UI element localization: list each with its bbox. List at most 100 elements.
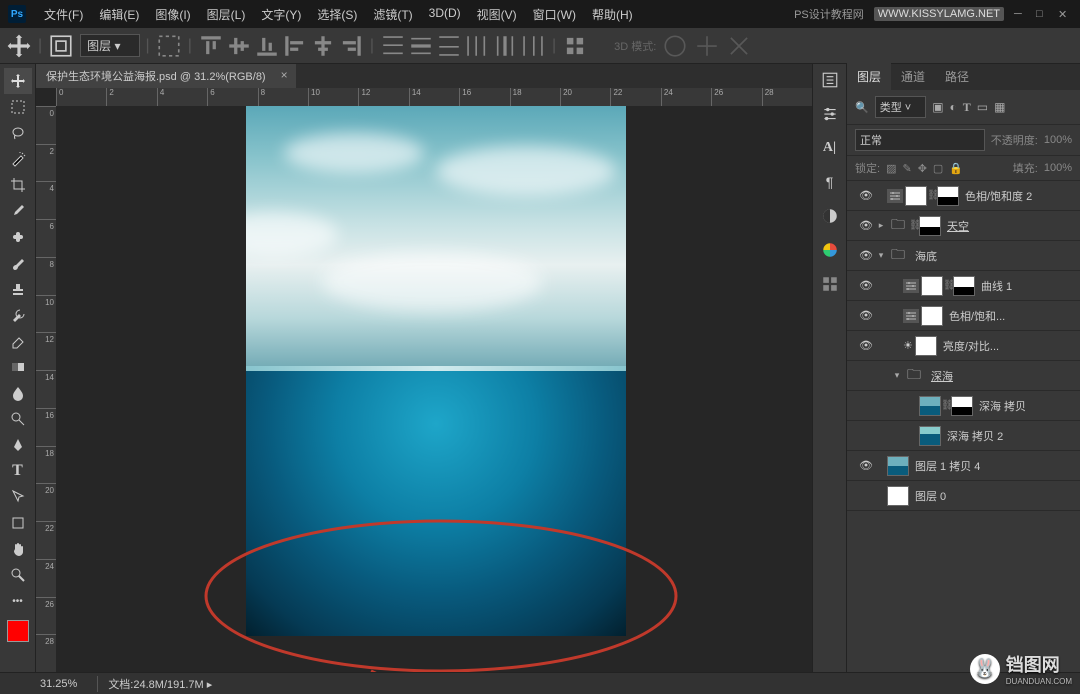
color-swatches[interactable] xyxy=(7,620,29,642)
layer-row[interactable]: 👁☀亮度/对比... xyxy=(847,331,1080,361)
dist-right-icon[interactable] xyxy=(520,33,546,59)
lock-all-icon[interactable]: 🔒 xyxy=(949,162,963,175)
tab-layers[interactable]: 图层 xyxy=(847,63,891,90)
brush-tool[interactable] xyxy=(4,250,32,276)
dist-vcenter-icon[interactable] xyxy=(408,33,434,59)
layer-row[interactable]: ⛓深海 拷贝 xyxy=(847,391,1080,421)
type-tool[interactable]: T xyxy=(4,458,32,484)
zoom-value[interactable]: 31.25% xyxy=(40,678,77,690)
layer-row[interactable]: 👁▾🗀海底 xyxy=(847,241,1080,271)
layer-name[interactable]: 曲线 1 xyxy=(981,278,1012,294)
mask-thumbnail[interactable] xyxy=(919,216,941,236)
layer-thumbnail[interactable] xyxy=(919,426,941,446)
layer-name[interactable]: 色相/饱和度 2 xyxy=(965,188,1032,204)
folder-icon[interactable]: 🗀 xyxy=(903,366,925,386)
transform-controls-icon[interactable] xyxy=(156,33,182,59)
layer-name[interactable]: 海底 xyxy=(915,248,937,264)
align-right-icon[interactable] xyxy=(338,33,364,59)
tab-close-icon[interactable]: × xyxy=(281,68,288,82)
pen-tool[interactable] xyxy=(4,432,32,458)
3d-orbit-icon[interactable] xyxy=(662,33,688,59)
layer-thumbnail[interactable] xyxy=(887,486,909,506)
dist-left-icon[interactable] xyxy=(464,33,490,59)
layer-name[interactable]: 深海 xyxy=(931,368,953,384)
layer-row[interactable]: 👁▸🗀⛓天空 xyxy=(847,211,1080,241)
ruler-horizontal[interactable]: 0246810121416182022242628 xyxy=(56,88,812,106)
visibility-icon[interactable]: 👁 xyxy=(857,249,875,262)
dodge-tool[interactable] xyxy=(4,406,32,432)
menu-item[interactable]: 帮助(H) xyxy=(584,6,641,23)
move-tool[interactable] xyxy=(4,68,32,94)
menu-item[interactable]: 文件(F) xyxy=(36,6,91,23)
heal-tool[interactable] xyxy=(4,224,32,250)
mask-thumbnail[interactable] xyxy=(951,396,973,416)
mask-thumbnail[interactable] xyxy=(937,186,959,206)
tab-channels[interactable]: 通道 xyxy=(891,63,935,90)
lock-artboard-icon[interactable]: ▢ xyxy=(933,162,943,175)
shape-tool[interactable] xyxy=(4,510,32,536)
document-tab[interactable]: 保护生态环境公益海报.psd @ 31.2%(RGB/8) × xyxy=(36,64,296,88)
link-icon[interactable]: ⛓ xyxy=(927,190,937,201)
layer-row[interactable]: 深海 拷贝 2 xyxy=(847,421,1080,451)
marquee-tool[interactable] xyxy=(4,94,32,120)
visibility-icon[interactable]: 👁 xyxy=(857,219,875,232)
lock-brush-icon[interactable]: ✎ xyxy=(902,162,911,175)
visibility-icon[interactable]: 👁 xyxy=(857,279,875,292)
menu-item[interactable]: 3D(D) xyxy=(421,6,469,23)
align-left-icon[interactable] xyxy=(282,33,308,59)
filter-pixel-icon[interactable]: ▣ xyxy=(932,100,943,114)
eyedropper-tool[interactable] xyxy=(4,198,32,224)
filter-kind-select[interactable]: 类型 ˅ xyxy=(875,96,926,118)
visibility-icon[interactable]: 👁 xyxy=(857,189,875,202)
minimize-icon[interactable]: ─ xyxy=(1014,8,1026,20)
menu-item[interactable]: 滤镜(T) xyxy=(365,6,420,23)
ruler-vertical[interactable]: 0246810121416182022242628 xyxy=(36,106,56,672)
layer-name[interactable]: 天空 xyxy=(947,218,969,234)
dist-bottom-icon[interactable] xyxy=(436,33,462,59)
layer-thumbnail[interactable] xyxy=(887,456,909,476)
3d-slide-icon[interactable] xyxy=(726,33,752,59)
crop-tool[interactable] xyxy=(4,172,32,198)
filter-smart-icon[interactable]: ▦ xyxy=(994,100,1005,114)
adjustments-panel-icon[interactable] xyxy=(820,206,840,226)
layer-thumbnail[interactable] xyxy=(905,186,927,206)
blend-mode-select[interactable]: 正常 xyxy=(855,129,985,151)
styles-panel-icon[interactable] xyxy=(820,240,840,260)
layer-thumbnail[interactable] xyxy=(921,306,943,326)
edit-toolbar-icon[interactable]: ••• xyxy=(4,588,32,614)
menu-item[interactable]: 窗口(W) xyxy=(525,6,584,23)
character-panel-icon[interactable]: A| xyxy=(820,138,840,158)
align-vcenter-icon[interactable] xyxy=(226,33,252,59)
visibility-icon[interactable]: 👁 xyxy=(857,339,875,352)
maximize-icon[interactable]: □ xyxy=(1036,8,1048,20)
mask-thumbnail[interactable] xyxy=(953,276,975,296)
layer-mode-select[interactable]: 图层 ▾ xyxy=(80,34,139,57)
paragraph-panel-icon[interactable]: ¶ xyxy=(820,172,840,192)
visibility-icon[interactable]: 👁 xyxy=(857,459,875,472)
auto-select-icon[interactable] xyxy=(48,33,74,59)
layer-row[interactable]: 图层 0 xyxy=(847,481,1080,511)
filter-adjust-icon[interactable]: ◐ xyxy=(950,100,957,114)
align-top-icon[interactable] xyxy=(198,33,224,59)
twist-icon[interactable]: ▾ xyxy=(891,370,903,381)
layer-name[interactable]: 深海 拷贝 xyxy=(979,398,1026,414)
hand-tool[interactable] xyxy=(4,536,32,562)
align-bottom-icon[interactable] xyxy=(254,33,280,59)
history-panel-icon[interactable] xyxy=(820,70,840,90)
menu-item[interactable]: 选择(S) xyxy=(309,6,365,23)
menu-item[interactable]: 编辑(E) xyxy=(91,6,147,23)
menu-item[interactable]: 图像(I) xyxy=(147,6,198,23)
opacity-value[interactable]: 100% xyxy=(1044,134,1072,146)
zoom-tool[interactable] xyxy=(4,562,32,588)
layer-thumbnail[interactable] xyxy=(919,396,941,416)
filter-type-icon[interactable]: T xyxy=(963,100,971,115)
layer-row[interactable]: 👁⛓曲线 1 xyxy=(847,271,1080,301)
layer-name[interactable]: 深海 拷贝 2 xyxy=(947,428,1003,444)
filter-shape-icon[interactable]: ▭ xyxy=(977,100,988,114)
layer-row[interactable]: ▾🗀 深海 xyxy=(847,361,1080,391)
tab-paths[interactable]: 路径 xyxy=(935,63,979,90)
wand-tool[interactable] xyxy=(4,146,32,172)
path-select-tool[interactable] xyxy=(4,484,32,510)
stamp-tool[interactable] xyxy=(4,276,32,302)
folder-icon[interactable]: 🗀 xyxy=(887,216,909,236)
